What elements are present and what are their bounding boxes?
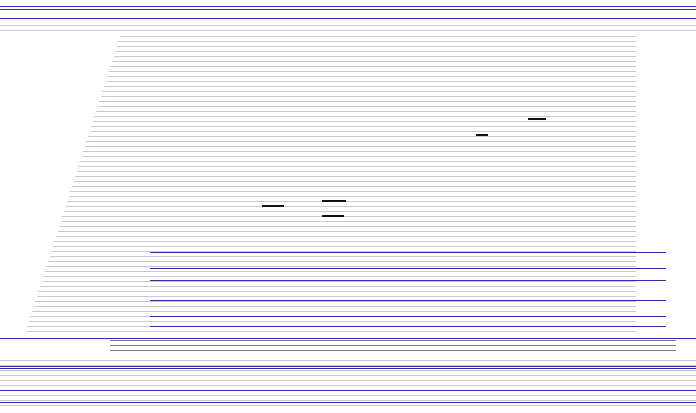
row-rule (56, 236, 636, 237)
row-rule (49, 256, 636, 257)
row-rule (41, 281, 636, 282)
row-rule (67, 201, 636, 202)
row-rule (0, 400, 696, 401)
row-rule (150, 300, 666, 301)
row-rule (89, 131, 636, 132)
bar-mark (262, 205, 284, 207)
row-rule (40, 286, 636, 287)
row-rule (65, 206, 636, 207)
row-rule (115, 51, 636, 52)
row-rule (0, 405, 696, 406)
row-rule (150, 252, 666, 253)
row-rule (25, 331, 636, 332)
row-rule (102, 91, 636, 92)
row-rule (57, 231, 636, 232)
row-rule (46, 266, 636, 267)
row-rule (59, 226, 636, 227)
row-rule (150, 280, 666, 281)
row-rule (78, 166, 636, 167)
row-rule (62, 216, 636, 217)
row-rule (44, 271, 636, 272)
row-rule (38, 291, 636, 292)
row-rule (64, 211, 636, 212)
row-rule (72, 186, 636, 187)
row-rule (150, 316, 666, 317)
row-rule (92, 121, 636, 122)
row-rule (43, 276, 636, 277)
row-rule (33, 306, 636, 307)
row-rule (94, 116, 636, 117)
row-rule (107, 76, 636, 77)
row-rule (75, 176, 636, 177)
row-rule (52, 246, 636, 247)
row-rule (0, 370, 696, 371)
row-rule (112, 61, 636, 62)
bar-mark (322, 215, 344, 217)
row-rule (120, 36, 636, 37)
row-rule (28, 321, 636, 322)
row-rule (150, 326, 666, 327)
row-rule (81, 156, 636, 157)
row-rule (110, 350, 676, 351)
row-rule (84, 146, 636, 147)
row-rule (88, 136, 636, 137)
row-rule (48, 261, 636, 262)
row-rule (0, 375, 696, 376)
row-rule (36, 296, 636, 297)
row-rule (35, 301, 636, 302)
row-rule (150, 268, 666, 269)
bar-mark (322, 200, 346, 202)
row-rule (32, 311, 636, 312)
row-rule (0, 395, 696, 396)
row-rule (68, 196, 636, 197)
row-rule (97, 106, 636, 107)
row-rule (110, 340, 676, 341)
row-rule (105, 81, 636, 82)
row-rule (0, 385, 696, 386)
row-rule (110, 66, 636, 67)
row-rule (80, 161, 636, 162)
row-rule (70, 191, 636, 192)
row-rule (116, 46, 636, 47)
row-rule (96, 111, 636, 112)
row-rule (76, 171, 636, 172)
bar-mark (476, 134, 488, 136)
row-rule (118, 41, 636, 42)
row-rule (113, 56, 636, 57)
row-rule (91, 126, 636, 127)
row-rule (86, 141, 636, 142)
row-rule (54, 241, 636, 242)
row-rule (0, 380, 696, 381)
row-rule (110, 345, 676, 346)
right-column (636, 10, 696, 410)
content-rows (0, 0, 696, 413)
row-rule (60, 221, 636, 222)
row-rule (99, 101, 636, 102)
row-rule (73, 181, 636, 182)
row-rule (108, 71, 636, 72)
bar-mark (528, 118, 546, 120)
row-rule (100, 96, 636, 97)
row-rule (83, 151, 636, 152)
row-rule (0, 360, 696, 361)
row-rule (104, 86, 636, 87)
